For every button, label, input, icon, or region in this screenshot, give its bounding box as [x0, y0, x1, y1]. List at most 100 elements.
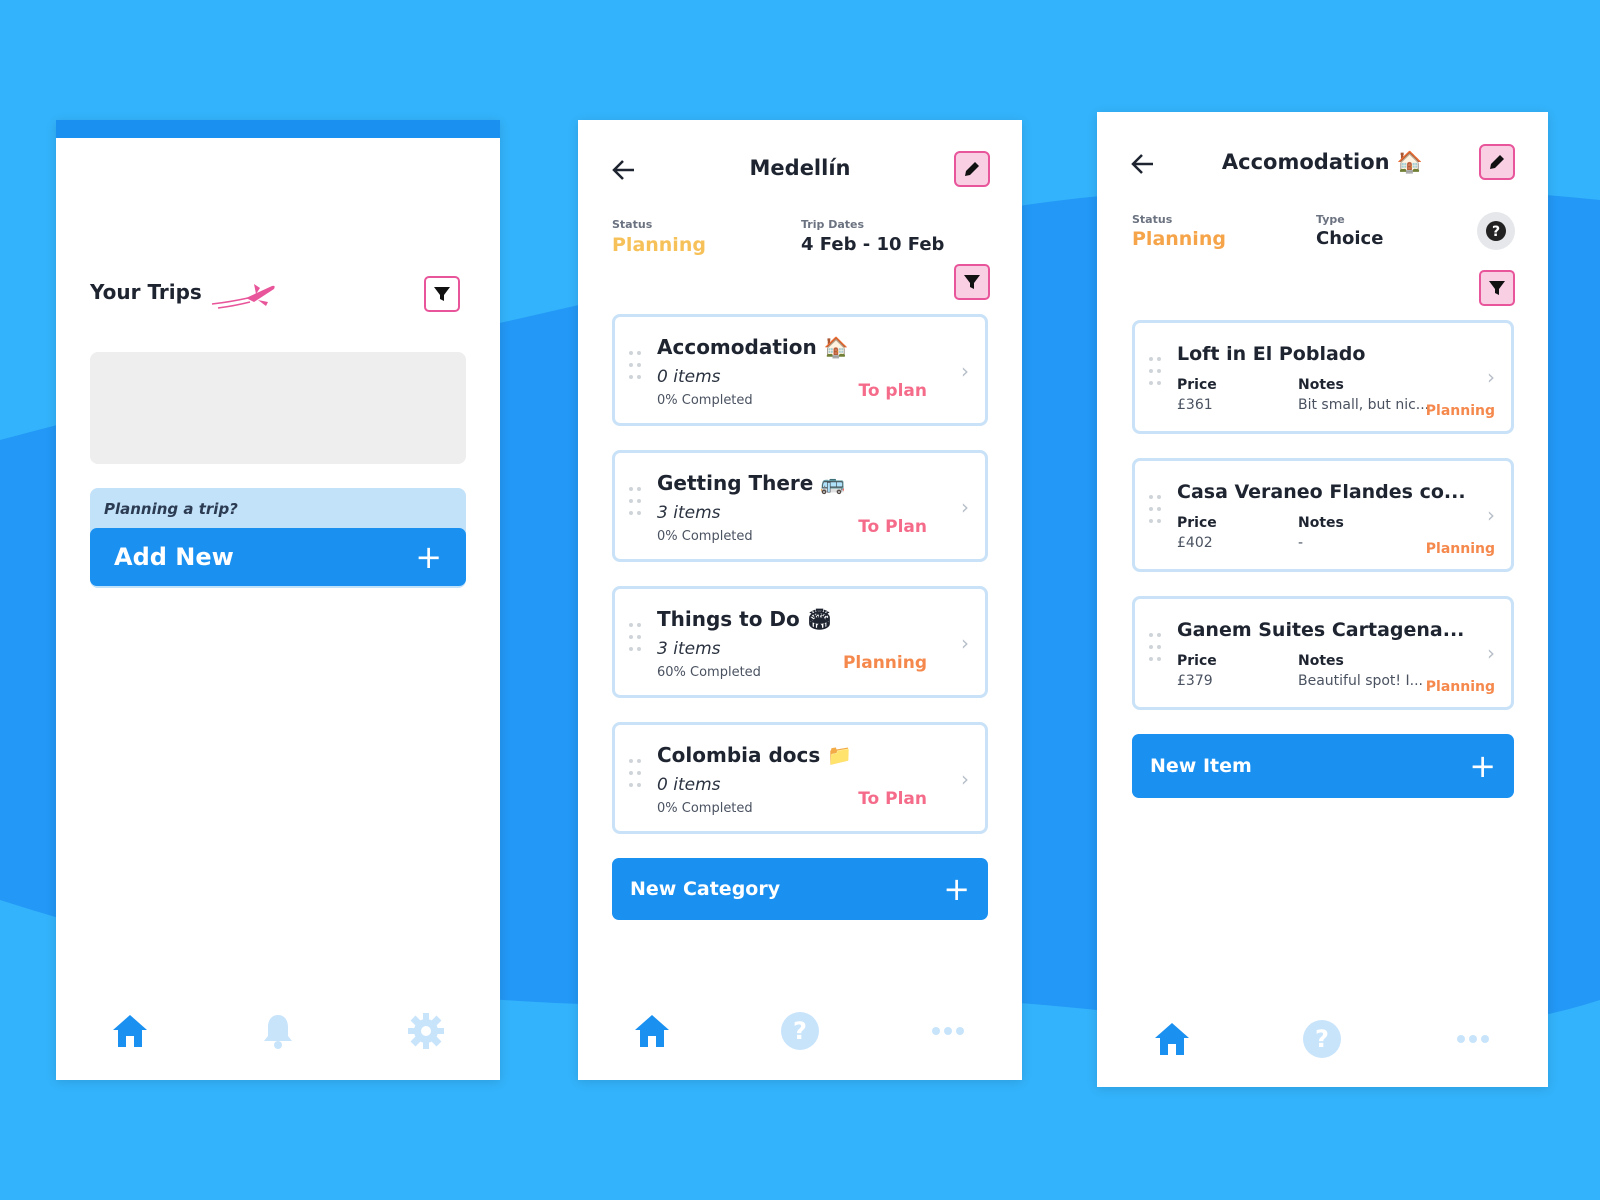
- airplane-icon: [211, 284, 275, 309]
- category-status: To Plan: [858, 789, 927, 809]
- category-item-count: 3 items: [657, 503, 721, 523]
- category-completion: 0% Completed: [657, 529, 753, 544]
- svg-text:?: ?: [1316, 1025, 1330, 1053]
- trip-dates-label: Trip Dates: [801, 218, 865, 231]
- type-label: Type: [1316, 213, 1345, 226]
- new-category-button[interactable]: New Category +: [612, 858, 988, 920]
- category-title: Colombia docs 📁: [657, 743, 853, 767]
- category-completion: 60% Completed: [657, 665, 761, 680]
- plus-icon: +: [415, 538, 442, 576]
- filter-icon: [1489, 281, 1505, 295]
- question-icon: ?: [1486, 221, 1506, 241]
- home-icon[interactable]: [1151, 1018, 1193, 1060]
- category-item-count: 3 items: [657, 639, 721, 659]
- trips-screen: Your Trips Planning a trip? Add New +: [56, 120, 500, 1080]
- filter-button[interactable]: [954, 264, 990, 300]
- filter-icon: [434, 287, 450, 301]
- item-card[interactable]: Ganem Suites Cartagena... Price £379 Not…: [1132, 596, 1514, 710]
- item-card[interactable]: Casa Veraneo Flandes co... Price £402 No…: [1132, 458, 1514, 572]
- status-bar: [56, 120, 500, 138]
- chevron-right-icon: ›: [1487, 503, 1495, 527]
- price-value: £379: [1177, 673, 1213, 689]
- item-title: Casa Veraneo Flandes co...: [1177, 481, 1466, 503]
- notes-label: Notes: [1298, 653, 1344, 669]
- status-value: Planning: [612, 234, 706, 256]
- svg-text:?: ?: [793, 1017, 807, 1045]
- item-status: Planning: [1425, 403, 1495, 419]
- category-title: Getting There 🚌: [657, 471, 846, 495]
- category-card[interactable]: Things to Do 🏟 3 items 60% Completed Pla…: [612, 586, 988, 698]
- add-new-button[interactable]: Add New +: [90, 528, 466, 586]
- new-item-label: New Item: [1150, 755, 1252, 777]
- bottom-nav: [56, 1010, 500, 1052]
- new-item-button[interactable]: New Item +: [1132, 734, 1514, 798]
- item-status: Planning: [1425, 541, 1495, 557]
- notes-label: Notes: [1298, 377, 1344, 393]
- page-title: Your Trips: [90, 280, 202, 304]
- bell-icon[interactable]: [257, 1010, 299, 1052]
- drag-handle-icon[interactable]: [1149, 495, 1163, 535]
- chevron-right-icon: ›: [961, 631, 969, 655]
- drag-handle-icon[interactable]: [629, 351, 643, 391]
- filter-button[interactable]: [1479, 270, 1515, 306]
- gear-icon[interactable]: [405, 1010, 447, 1052]
- notes-label: Notes: [1298, 515, 1344, 531]
- plus-icon: +: [1469, 747, 1496, 785]
- drag-handle-icon[interactable]: [629, 487, 643, 527]
- chevron-right-icon: ›: [961, 359, 969, 383]
- category-title: Things to Do 🏟: [657, 607, 833, 631]
- drag-handle-icon[interactable]: [629, 623, 643, 663]
- notes-value: Bit small, but nic...: [1298, 397, 1430, 413]
- price-label: Price: [1177, 515, 1217, 531]
- more-icon[interactable]: [927, 1010, 969, 1052]
- category-status: To Plan: [858, 517, 927, 537]
- category-completion: 0% Completed: [657, 393, 753, 408]
- edit-button[interactable]: [1479, 144, 1515, 180]
- drag-handle-icon[interactable]: [1149, 357, 1163, 397]
- trip-placeholder-card: [90, 352, 466, 464]
- category-card[interactable]: Colombia docs 📁 0 items 0% Completed To …: [612, 722, 988, 834]
- drag-handle-icon[interactable]: [629, 759, 643, 799]
- item-title: Loft in El Poblado: [1177, 343, 1366, 365]
- price-label: Price: [1177, 377, 1217, 393]
- item-title: Ganem Suites Cartagena...: [1177, 619, 1465, 641]
- help-button[interactable]: ?: [1477, 212, 1515, 250]
- item-card[interactable]: Loft in El Poblado Price £361 Notes Bit …: [1132, 320, 1514, 434]
- notes-value: Beautiful spot! I...: [1298, 673, 1423, 689]
- more-icon[interactable]: [1452, 1018, 1494, 1060]
- category-completion: 0% Completed: [657, 801, 753, 816]
- svg-text:?: ?: [1492, 224, 1500, 240]
- planning-banner-text: Planning a trip?: [104, 500, 238, 518]
- home-icon[interactable]: [631, 1010, 673, 1052]
- edit-button[interactable]: [954, 151, 990, 187]
- category-title: Accomodation 🏠: [657, 335, 849, 359]
- category-card[interactable]: Accomodation 🏠 0 items 0% Completed To p…: [612, 314, 988, 426]
- add-new-label: Add New: [114, 543, 234, 571]
- chevron-right-icon: ›: [961, 495, 969, 519]
- help-icon[interactable]: ?: [1301, 1018, 1343, 1060]
- status-value: Planning: [1132, 228, 1226, 250]
- category-card[interactable]: Getting There 🚌 3 items 0% Completed To …: [612, 450, 988, 562]
- type-value: Choice: [1316, 228, 1384, 249]
- price-value: £402: [1177, 535, 1213, 551]
- chevron-right-icon: ›: [1487, 365, 1495, 389]
- chevron-right-icon: ›: [1487, 641, 1495, 665]
- filter-icon: [964, 275, 980, 289]
- pencil-icon: [1490, 155, 1504, 169]
- filter-button[interactable]: [424, 276, 460, 312]
- home-icon[interactable]: [109, 1010, 151, 1052]
- category-detail-screen: Accomodation 🏠 Status Planning Type Choi…: [1097, 112, 1548, 1087]
- help-icon[interactable]: ?: [779, 1010, 821, 1052]
- category-item-count: 0 items: [657, 367, 721, 387]
- price-label: Price: [1177, 653, 1217, 669]
- plus-icon: +: [943, 870, 970, 908]
- category-status: Planning: [842, 653, 927, 673]
- price-value: £361: [1177, 397, 1213, 413]
- new-category-label: New Category: [630, 878, 781, 900]
- status-label: Status: [612, 218, 653, 231]
- notes-value: -: [1298, 535, 1304, 551]
- status-label: Status: [1132, 213, 1173, 226]
- trip-dates-value: 4 Feb - 10 Feb: [801, 234, 945, 255]
- drag-handle-icon[interactable]: [1149, 633, 1163, 673]
- chevron-right-icon: ›: [961, 767, 969, 791]
